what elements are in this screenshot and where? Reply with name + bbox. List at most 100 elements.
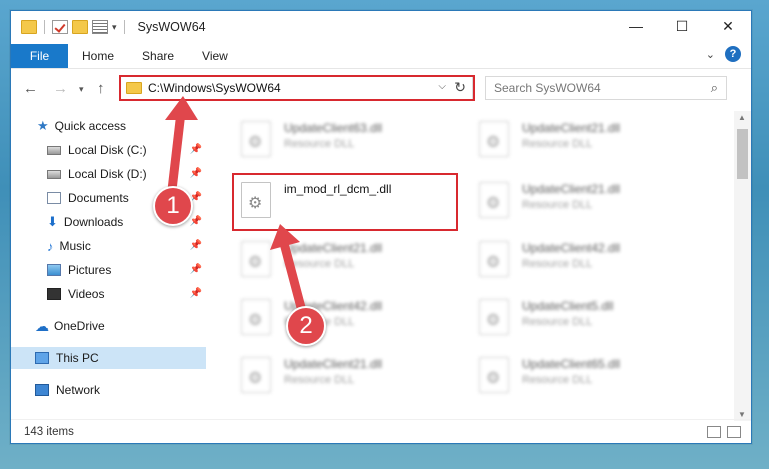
expand-ribbon-icon[interactable]: ⌄	[706, 48, 715, 61]
properties-check-icon[interactable]	[52, 20, 68, 34]
gear-icon: ⚙	[248, 134, 263, 151]
sidebar-item-local-disk-d[interactable]: Local Disk (D:) 📌	[11, 163, 206, 185]
file-name: UpdateClient42.dll	[522, 241, 621, 255]
quick-access-toolbar: ▾	[11, 20, 128, 34]
sidebar-item-this-pc[interactable]: This PC	[11, 347, 206, 369]
documents-icon	[47, 192, 61, 204]
file-type: Resource DLL	[284, 138, 355, 150]
file-name: UpdateClient63.dll	[284, 121, 383, 135]
forward-arrow-icon[interactable]: →	[53, 80, 68, 97]
file-item[interactable]: ⚙ UpdateClient42.dll Resource DLL	[226, 291, 456, 343]
dll-file-icon: ⚙	[241, 241, 271, 277]
gear-icon: ⚙	[486, 312, 501, 329]
sidebar-item-label: Documents	[68, 191, 129, 205]
scroll-down-icon[interactable]: ▼	[738, 410, 746, 419]
gear-icon: ⚙	[248, 254, 263, 271]
drive-icon	[47, 145, 61, 155]
status-bar: 143 items	[11, 419, 751, 443]
item-count: 143 items	[24, 425, 74, 438]
file-item[interactable]: ⚙ UpdateClient42.dll Resource DLL	[464, 233, 694, 285]
divider	[123, 20, 125, 34]
sidebar-item-label: Music	[59, 239, 91, 253]
sidebar-item-onedrive[interactable]: ☁ OneDrive	[11, 315, 206, 337]
search-icon: ⌕	[710, 80, 718, 95]
window-controls: — ☐ ✕	[613, 11, 751, 41]
file-highlight-box	[232, 173, 458, 231]
file-name: UpdateClient65.dll	[522, 357, 621, 371]
new-folder-icon[interactable]	[72, 20, 88, 34]
minimize-button[interactable]: —	[613, 11, 659, 41]
chevron-down-icon[interactable]: ▾	[112, 22, 117, 33]
cloud-icon: ☁	[35, 317, 49, 334]
search-input[interactable]: Search SysWOW64 ⌕	[485, 76, 727, 100]
file-item[interactable]: ⚙ UpdateClient21.dll Resource DLL	[226, 233, 456, 285]
dll-file-icon: ⚙	[241, 357, 271, 393]
videos-icon	[47, 288, 61, 300]
help-icon[interactable]: ?	[725, 46, 741, 62]
divider	[44, 20, 45, 34]
details-view-icon[interactable]	[707, 426, 721, 438]
sidebar-item-network[interactable]: Network	[11, 379, 206, 401]
sidebar-item-label: Videos	[68, 287, 105, 301]
file-name: UpdateClient5.dll	[522, 299, 614, 313]
sidebar-item-quick-access[interactable]: ★ Quick access	[11, 115, 206, 137]
callout-badge-1: 1	[153, 186, 193, 226]
file-type: Resource DLL	[522, 258, 593, 270]
ribbon-tabs: File Home Share View ⌄ ?	[11, 43, 751, 69]
close-button[interactable]: ✕	[705, 11, 751, 41]
gear-icon: ⚙	[486, 370, 501, 387]
pin-icon: 📌	[189, 168, 202, 179]
dll-file-icon: ⚙	[241, 121, 271, 157]
tab-file[interactable]: File	[11, 43, 68, 68]
pin-icon: 📌	[189, 264, 202, 275]
pin-icon: 📌	[189, 216, 202, 227]
pin-icon: 📌	[189, 240, 202, 251]
folder-icon	[21, 20, 37, 34]
dll-file-icon: ⚙	[241, 299, 271, 335]
tab-view[interactable]: View	[188, 49, 242, 63]
scroll-thumb[interactable]	[737, 129, 748, 179]
computer-icon	[35, 352, 49, 364]
up-arrow-icon[interactable]: ↑	[97, 80, 105, 97]
list-properties-icon[interactable]	[92, 20, 108, 34]
drive-icon	[47, 169, 61, 179]
search-placeholder: Search SysWOW64	[494, 81, 601, 95]
file-item[interactable]: ⚙ UpdateClient5.dll Resource DLL	[464, 291, 694, 343]
view-switcher	[707, 426, 741, 438]
recent-locations-icon[interactable]: ▾	[79, 84, 84, 95]
download-arrow-icon: ⬇	[47, 214, 58, 229]
back-arrow-icon[interactable]: ←	[23, 80, 38, 97]
sidebar-item-label: Pictures	[68, 263, 112, 277]
file-item[interactable]: ⚙ UpdateClient21.dll Resource DLL	[464, 174, 694, 226]
tab-share[interactable]: Share	[128, 49, 188, 63]
maximize-button[interactable]: ☐	[659, 11, 705, 41]
file-item[interactable]: ⚙ UpdateClient65.dll Resource DLL	[464, 349, 694, 401]
sidebar-item-pictures[interactable]: Pictures 📌	[11, 259, 206, 281]
sidebar-item-label: OneDrive	[54, 319, 105, 333]
dll-file-icon: ⚙	[479, 241, 509, 277]
pictures-icon	[47, 264, 61, 276]
scroll-up-icon[interactable]: ▲	[738, 113, 746, 122]
dll-file-icon: ⚙	[479, 121, 509, 157]
file-item[interactable]: ⚙ UpdateClient21.dll Resource DLL	[464, 113, 694, 165]
address-row: ← → ▾ ↑ C:\Windows\SysWOW64 ⌵ ↻ Search S…	[11, 75, 751, 103]
vertical-scrollbar[interactable]: ▲ ▼	[734, 111, 751, 421]
file-name: UpdateClient21.dll	[284, 241, 383, 255]
sidebar-item-music[interactable]: ♪ Music 📌	[11, 235, 206, 257]
address-highlight-box	[119, 75, 475, 101]
sidebar-item-videos[interactable]: Videos 📌	[11, 283, 206, 305]
sidebar-item-label: Local Disk (D:)	[68, 167, 147, 181]
gear-icon: ⚙	[486, 195, 501, 212]
large-icons-view-icon[interactable]	[727, 426, 741, 438]
tab-home[interactable]: Home	[68, 49, 128, 63]
explorer-window: ▾ SysWOW64 — ☐ ✕ File Home Share View ⌄ …	[10, 10, 752, 444]
title-bar: ▾ SysWOW64 — ☐ ✕	[11, 11, 751, 43]
sidebar-item-label: Quick access	[54, 119, 127, 133]
file-item[interactable]: ⚙ UpdateClient21.dll Resource DLL	[226, 349, 456, 401]
dll-file-icon: ⚙	[479, 299, 509, 335]
sidebar-item-local-disk-c[interactable]: Local Disk (C:) 📌	[11, 139, 206, 161]
file-type: Resource DLL	[522, 199, 593, 211]
file-item[interactable]: ⚙ UpdateClient63.dll Resource DLL	[226, 113, 456, 165]
file-list: ⚙ UpdateClient63.dll Resource DLL ⚙ im_m…	[216, 111, 721, 416]
sidebar-item-label: Network	[56, 383, 101, 397]
